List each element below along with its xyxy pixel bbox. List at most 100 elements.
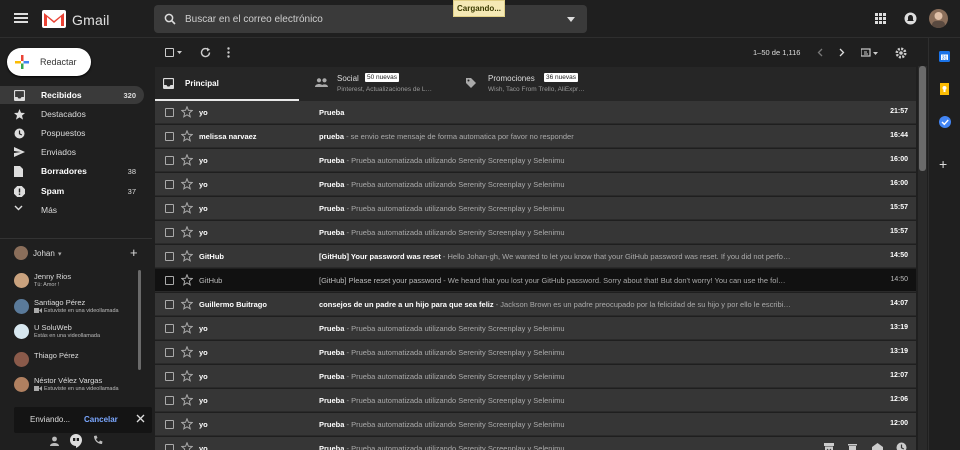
sidebar-item-pospuestos[interactable]: Pospuestos [0, 124, 144, 142]
add-addon-icon[interactable]: + [939, 156, 947, 172]
star-icon[interactable] [181, 154, 193, 166]
app-name[interactable]: Gmail [72, 12, 110, 28]
tasks-icon[interactable] [939, 116, 951, 128]
prev-page-icon[interactable] [817, 48, 823, 57]
email-row[interactable]: yo Prueba - Prueba automatizada utilizand… [155, 197, 916, 220]
row-checkbox[interactable] [165, 444, 174, 450]
star-icon[interactable] [181, 370, 193, 382]
row-checkbox[interactable] [165, 420, 174, 429]
search-options-icon[interactable] [567, 17, 575, 22]
email-list-scrollbar-thumb[interactable] [919, 66, 926, 171]
keep-icon[interactable] [940, 83, 949, 95]
star-icon[interactable] [181, 442, 193, 450]
main-menu-icon[interactable] [14, 12, 28, 24]
email-row[interactable]: yo Prueba - Prueba automatizada utilizand… [155, 149, 916, 172]
contact-item[interactable]: Santiago Pérez Estuviste en una videollam… [14, 297, 139, 319]
email-row[interactable]: yo Prueba - Prueba automatizada utilizand… [155, 365, 916, 388]
settings-gear-icon[interactable] [895, 47, 907, 59]
email-row[interactable]: yo Prueba - Prueba automatizada utilizand… [155, 437, 916, 450]
row-checkbox[interactable] [165, 204, 174, 213]
email-row[interactable]: yo Prueba - Prueba automatizada utilizand… [155, 413, 916, 436]
search-bar[interactable]: Buscar en el correo electrónico [154, 5, 587, 33]
email-row[interactable]: yo Prueba 21:57 [155, 101, 916, 124]
star-icon[interactable] [181, 298, 193, 310]
sidebar-item-más[interactable]: Más [0, 201, 144, 219]
refresh-icon[interactable] [200, 47, 211, 58]
star-icon[interactable] [181, 250, 193, 262]
star-icon[interactable] [181, 226, 193, 238]
row-checkbox[interactable] [165, 132, 174, 141]
hangouts-icon[interactable] [70, 434, 82, 448]
row-checkbox[interactable] [165, 372, 174, 381]
next-page-icon[interactable] [839, 48, 845, 57]
email-row[interactable]: yo Prueba - Prueba automatizada utilizand… [155, 173, 916, 196]
hangouts-header[interactable]: Johan ▾ + [14, 245, 144, 262]
star-icon[interactable] [181, 106, 193, 118]
sidebar-item-recibidos[interactable]: Recibidos 320 [0, 86, 144, 104]
sidebar-item-borradores[interactable]: Borradores 38 [0, 162, 144, 180]
star-icon[interactable] [181, 418, 193, 430]
notifications-icon[interactable] [904, 12, 917, 25]
tab-promociones[interactable]: Promociones 36 nuevas Wish, Taco From Tr… [458, 67, 618, 101]
star-icon[interactable] [181, 130, 193, 142]
email-row[interactable]: melissa narvaez prueba - se envio este me… [155, 125, 916, 148]
star-icon[interactable] [181, 346, 193, 358]
sidebar-item-enviados[interactable]: Enviados [0, 143, 144, 161]
email-row[interactable]: GitHub [GitHub] Your password was reset -… [155, 245, 916, 268]
star-icon[interactable] [181, 202, 193, 214]
delete-icon[interactable] [848, 443, 857, 450]
row-checkbox[interactable] [165, 252, 174, 261]
row-checkbox[interactable] [165, 348, 174, 357]
account-avatar[interactable] [929, 9, 948, 28]
sidebar-item-destacados[interactable]: Destacados [0, 105, 144, 123]
email-row[interactable]: yo Prueba - Prueba automatizada utilizand… [155, 221, 916, 244]
row-checkbox[interactable] [165, 108, 174, 117]
more-options-icon[interactable] [227, 47, 230, 58]
compose-button[interactable]: Redactar [7, 48, 91, 76]
contact-item[interactable]: Thiago Pérez [14, 350, 139, 372]
close-icon[interactable] [136, 414, 145, 423]
row-checkbox[interactable] [165, 180, 174, 189]
add-contact-icon[interactable]: + [130, 245, 138, 260]
tab-principal[interactable]: Principal [155, 67, 299, 101]
contact-item[interactable]: Jenny Rios Tú: Amor ! [14, 271, 139, 293]
row-checkbox[interactable] [165, 276, 174, 285]
contact-item[interactable]: Néstor Vélez Vargas Estuviste en una vide… [14, 375, 139, 397]
star-icon[interactable] [181, 274, 193, 286]
hangouts-user-caret-icon[interactable]: ▾ [58, 250, 62, 258]
calendar-icon[interactable]: 31 [939, 50, 950, 62]
input-tools-icon[interactable] [861, 48, 879, 58]
gmail-logo-icon[interactable] [42, 10, 66, 28]
email-subject: Prueba [319, 420, 345, 429]
search-icon[interactable] [164, 13, 176, 25]
email-row[interactable]: yo Prueba - Prueba automatizada utilizand… [155, 317, 916, 340]
row-checkbox[interactable] [165, 228, 174, 237]
contacts-scrollbar[interactable] [138, 270, 141, 370]
phone-icon[interactable] [93, 435, 103, 445]
sidebar-item-spam[interactable]: Spam 37 [0, 182, 144, 200]
hangouts-user-name[interactable]: Johan [33, 249, 55, 258]
email-row[interactable]: yo Prueba - Prueba automatizada utilizand… [155, 389, 916, 412]
search-input[interactable]: Buscar en el correo electrónico [185, 14, 323, 25]
email-preview: Prueba - Prueba automatizada utilizando … [319, 204, 859, 213]
row-checkbox[interactable] [165, 324, 174, 333]
person-icon[interactable] [50, 436, 59, 446]
toast-cancel-button[interactable]: Cancelar [84, 415, 118, 424]
row-checkbox[interactable] [165, 156, 174, 165]
apps-grid-icon[interactable] [875, 13, 886, 24]
email-row[interactable]: Guillermo Buitrago consejos de un padre a… [155, 293, 916, 316]
row-checkbox[interactable] [165, 396, 174, 405]
email-row[interactable]: GitHub [GitHub] Please reset your passwor… [155, 269, 916, 292]
tab-social[interactable]: Social 50 nuevas Pinterest, Actualizacio… [307, 67, 457, 101]
snooze-icon[interactable] [896, 442, 907, 450]
contact-item[interactable]: U SoluWeb Estás en una videollamada [14, 322, 139, 344]
row-checkbox[interactable] [165, 300, 174, 309]
star-icon[interactable] [181, 394, 193, 406]
select-caret-icon[interactable] [177, 51, 182, 54]
select-all-checkbox[interactable] [165, 48, 174, 57]
email-row[interactable]: yo Prueba - Prueba automatizada utilizand… [155, 341, 916, 364]
star-icon[interactable] [181, 322, 193, 334]
archive-icon[interactable] [824, 443, 834, 450]
mark-read-icon[interactable] [872, 443, 883, 450]
star-icon[interactable] [181, 178, 193, 190]
